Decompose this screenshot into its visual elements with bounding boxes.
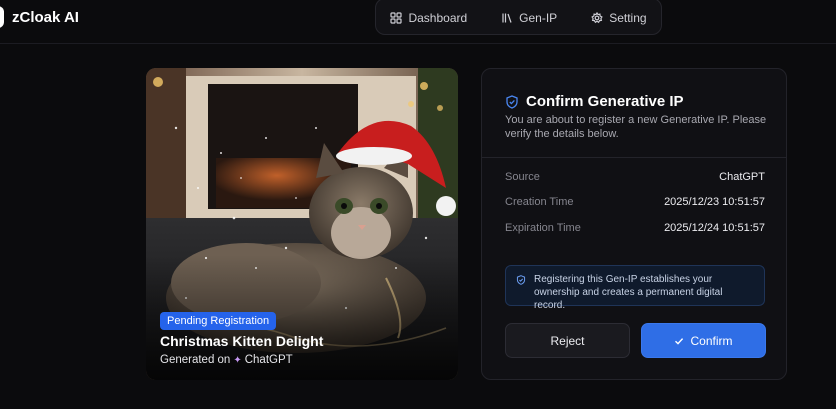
nav-item-label: Gen-IP <box>519 10 558 25</box>
generated-source: ChatGPT <box>244 354 293 366</box>
app-title: zCloak AI <box>12 8 79 26</box>
panel-header: Confirm Generative IP <box>505 93 684 110</box>
detail-label: Source <box>505 171 540 183</box>
panel-description: You are about to register a new Generati… <box>505 114 767 140</box>
app-logo[interactable]: zCloak AI <box>0 6 79 28</box>
divider <box>482 157 786 158</box>
top-bar: zCloak AI Dashboard Gen-IP Setting <box>0 0 836 44</box>
nav-item-label: Dashboard <box>408 10 468 25</box>
nav-item-gen-ip[interactable]: Gen-IP <box>501 11 557 25</box>
confirm-button[interactable]: Confirm <box>641 323 766 358</box>
detail-value: 2025/12/24 10:51:57 <box>664 222 765 234</box>
gear-icon <box>591 11 603 23</box>
detail-value: 2025/12/23 10:51:57 <box>664 196 765 208</box>
detail-row-expiration-time: Expiration Time 2025/12/24 10:51:57 <box>505 221 765 235</box>
panel-title: Confirm Generative IP <box>526 93 684 110</box>
nav-item-setting[interactable]: Setting <box>591 10 647 25</box>
grid-icon <box>390 11 403 24</box>
detail-label: Expiration Time <box>505 222 581 234</box>
detail-label: Creation Time <box>505 196 574 208</box>
confirm-panel: Confirm Generative IP You are about to r… <box>481 68 787 380</box>
nav-item-dashboard[interactable]: Dashboard <box>390 11 467 25</box>
status-badge: Pending Registration <box>160 312 277 330</box>
reject-button[interactable]: Reject <box>505 323 630 358</box>
ownership-notice: Registering this Gen-IP establishes your… <box>505 265 765 311</box>
notice-text: Registering this Gen-IP establishes your… <box>534 274 723 311</box>
confirm-label: Confirm <box>690 333 733 348</box>
shield-check-icon <box>516 275 526 285</box>
generated-on-text: Generated on ✦ ChatGPT <box>160 354 293 366</box>
detail-row-source: Source ChatGPT <box>505 170 765 184</box>
gen-ip-title: Christmas Kitten Delight <box>160 333 324 349</box>
detail-row-creation-time: Creation Time 2025/12/23 10:51:57 <box>505 195 765 209</box>
sparkle-icon: ✦ <box>233 354 242 366</box>
generated-prefix: Generated on <box>160 354 231 366</box>
library-icon <box>502 13 512 23</box>
shield-check-icon <box>506 94 518 109</box>
check-icon <box>675 337 684 345</box>
main-nav: Dashboard Gen-IP Setting <box>375 0 662 35</box>
reject-label: Reject <box>550 333 585 348</box>
detail-value: ChatGPT <box>719 171 765 183</box>
nav-item-label: Setting <box>609 10 647 25</box>
logo-mark-icon <box>0 6 4 28</box>
gen-ip-image-card[interactable]: Pending Registration Christmas Kitten De… <box>146 68 458 380</box>
